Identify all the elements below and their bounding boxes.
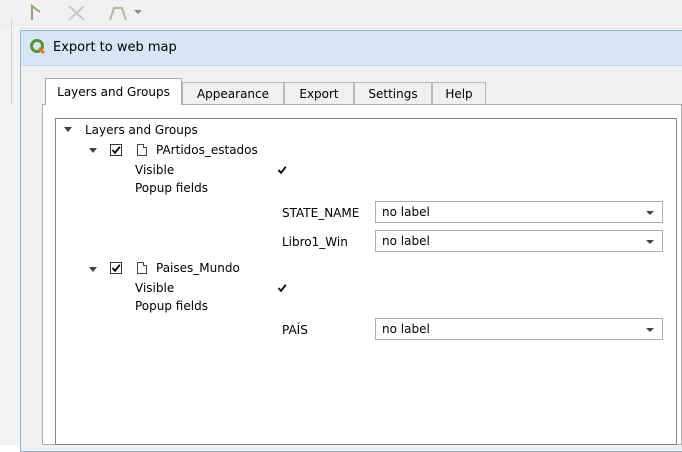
checkmark-icon (111, 146, 121, 155)
dropdown-arrow-icon (646, 211, 654, 215)
popup-fields-label: Popup fields (135, 299, 208, 313)
vector-layer-icon (137, 144, 147, 156)
chevron-down-icon[interactable] (89, 267, 97, 272)
visible-label: Visible (135, 281, 175, 295)
checkmark-icon (277, 166, 287, 175)
visible-checkbox[interactable] (276, 282, 288, 294)
visible-checkbox[interactable] (276, 164, 288, 176)
tree-root-label[interactable]: Layers and Groups (85, 122, 198, 138)
tab-layers-and-groups[interactable]: Layers and Groups (45, 78, 182, 105)
qgis-icon (30, 39, 46, 58)
dropdown-arrow-icon (646, 328, 654, 332)
tab-label: Settings (368, 87, 418, 101)
field-name: Libro1_Win (282, 235, 348, 249)
layer-checkbox[interactable] (110, 144, 122, 156)
field-label-select[interactable]: no label (375, 318, 663, 340)
field-name: STATE_NAME (282, 206, 360, 220)
tab-label: Appearance (196, 87, 270, 101)
field-label-select[interactable]: no label (375, 201, 663, 223)
tab-label: Help (445, 87, 473, 101)
tab-label: Layers and Groups (57, 85, 170, 99)
vector-layer-icon (137, 262, 147, 274)
tab-help[interactable]: Help (432, 82, 486, 104)
tab-export[interactable]: Export (284, 82, 354, 104)
visible-label: Visible (135, 163, 175, 177)
title-bar[interactable]: Export to web map (21, 31, 682, 66)
field-label-select[interactable]: no label (375, 230, 663, 252)
move-feature-icon[interactable] (104, 2, 144, 27)
tab-appearance[interactable]: Appearance (182, 82, 284, 104)
chevron-down-icon[interactable] (89, 148, 97, 153)
select-value: no label (382, 205, 430, 219)
layer-name[interactable]: Paises_Mundo (156, 260, 240, 276)
popup-fields-label: Popup fields (135, 181, 208, 195)
background-toolbar (0, 0, 682, 29)
select-value: no label (382, 322, 430, 336)
layer-checkbox[interactable] (110, 262, 122, 274)
window-title: Export to web map (53, 40, 177, 55)
checkmark-icon (277, 284, 287, 293)
tab-settings[interactable]: Settings (354, 82, 432, 104)
field-name: PAÍS (282, 323, 308, 337)
delete-icon[interactable] (64, 2, 90, 27)
digitize-icon[interactable] (28, 2, 52, 27)
checkmark-icon (111, 264, 121, 273)
layer-name[interactable]: PArtidos_estados (156, 142, 258, 158)
tab-label: Export (299, 87, 339, 101)
background-separator (11, 20, 12, 105)
chevron-down-icon[interactable] (64, 127, 72, 132)
select-value: no label (382, 234, 430, 248)
dropdown-arrow-icon (646, 240, 654, 244)
